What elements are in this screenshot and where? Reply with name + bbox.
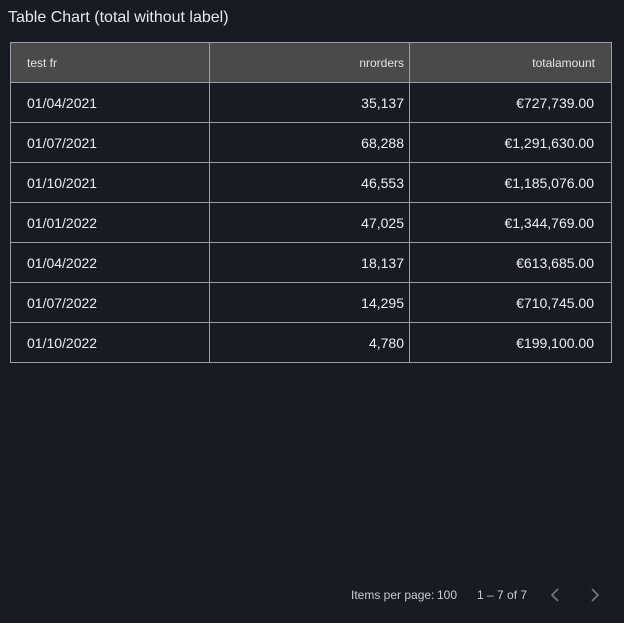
cell-date: 01/04/2021 <box>10 82 210 123</box>
cell-totalamount: €613,685.00 <box>409 242 612 283</box>
column-header-totalamount[interactable]: totalamount <box>409 42 612 83</box>
cell-totalamount: €1,185,076.00 <box>409 162 612 203</box>
next-page-button[interactable] <box>583 583 607 607</box>
cell-nrorders: 18,137 <box>209 242 410 283</box>
chevron-right-icon <box>591 588 599 602</box>
paginator: Items per page: 100 1 – 7 of 7 <box>0 578 624 612</box>
page-range-label: 1 – 7 of 7 <box>477 588 528 602</box>
table-row: 01/07/2022 14,295 €710,745.00 <box>10 282 612 323</box>
table-row: 01/04/2022 18,137 €613,685.00 <box>10 242 612 283</box>
previous-page-button[interactable] <box>543 583 567 607</box>
cell-nrorders: 35,137 <box>209 82 410 123</box>
cell-date: 01/10/2022 <box>10 322 210 363</box>
cell-nrorders: 47,025 <box>209 202 410 243</box>
data-table: test fr nrorders totalamount 01/04/2021 … <box>10 42 612 363</box>
cell-nrorders: 14,295 <box>209 282 410 323</box>
column-header-nrorders[interactable]: nrorders <box>209 42 410 83</box>
cell-totalamount: €727,739.00 <box>409 82 612 123</box>
table-row: 01/01/2022 47,025 €1,344,769.00 <box>10 202 612 243</box>
cell-date: 01/01/2022 <box>10 202 210 243</box>
chart-title: Table Chart (total without label) <box>8 9 229 26</box>
cell-date: 01/07/2021 <box>10 122 210 163</box>
table-row: 01/10/2022 4,780 €199,100.00 <box>10 322 612 363</box>
cell-date: 01/04/2022 <box>10 242 210 283</box>
items-per-page-label: Items per page: <box>351 588 435 602</box>
column-header-test-fr[interactable]: test fr <box>10 42 210 83</box>
cell-nrorders: 68,288 <box>209 122 410 163</box>
cell-nrorders: 46,553 <box>209 162 410 203</box>
page-size-select[interactable]: 100 <box>437 588 457 602</box>
cell-date: 01/07/2022 <box>10 282 210 323</box>
cell-date: 01/10/2021 <box>10 162 210 203</box>
cell-totalamount: €710,745.00 <box>409 282 612 323</box>
table-row: 01/04/2021 35,137 €727,739.00 <box>10 82 612 123</box>
cell-totalamount: €1,291,630.00 <box>409 122 612 163</box>
data-table-container: test fr nrorders totalamount 01/04/2021 … <box>10 42 612 363</box>
table-row: 01/07/2021 68,288 €1,291,630.00 <box>10 122 612 163</box>
table-header-row: test fr nrorders totalamount <box>10 42 612 83</box>
chevron-left-icon <box>551 588 559 602</box>
cell-nrorders: 4,780 <box>209 322 410 363</box>
cell-totalamount: €199,100.00 <box>409 322 612 363</box>
table-row: 01/10/2021 46,553 €1,185,076.00 <box>10 162 612 203</box>
cell-totalamount: €1,344,769.00 <box>409 202 612 243</box>
